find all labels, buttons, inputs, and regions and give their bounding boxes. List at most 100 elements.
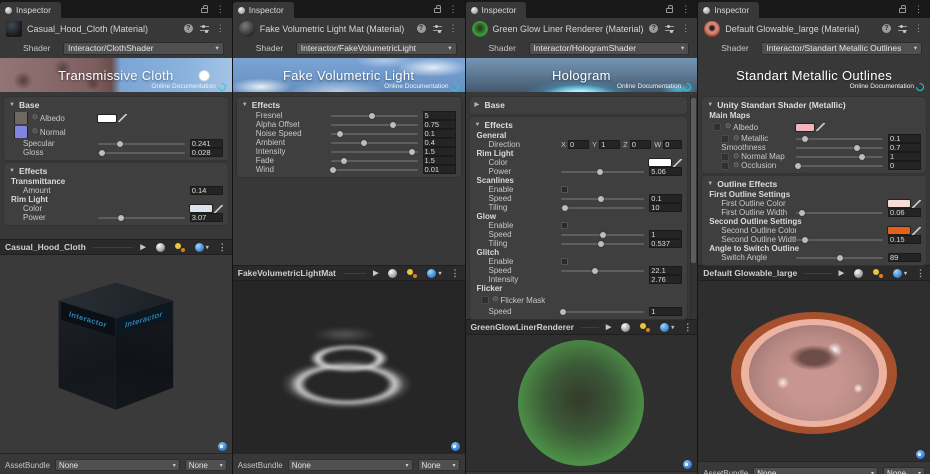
slider[interactable] xyxy=(561,171,644,173)
slider[interactable] xyxy=(796,212,883,214)
assetbundle-variant-dropdown[interactable]: None ▾ xyxy=(883,467,925,474)
value-field[interactable]: 5 xyxy=(423,111,456,120)
slider[interactable] xyxy=(331,169,418,171)
shader-dropdown[interactable]: Interactor/Standart Metallic Outlines ▾ xyxy=(761,42,922,55)
slider[interactable] xyxy=(98,152,185,154)
color-swatch[interactable] xyxy=(888,200,910,207)
checkbox[interactable] xyxy=(561,186,568,193)
slider[interactable] xyxy=(561,234,644,236)
texture-slot[interactable] xyxy=(721,162,729,170)
eyedropper-icon[interactable] xyxy=(912,200,921,208)
slider[interactable] xyxy=(561,198,644,200)
value-field[interactable]: 5.06 xyxy=(649,167,682,176)
value-field[interactable]: 1.5 xyxy=(423,147,456,156)
preview-menu-icon[interactable]: ⋮ xyxy=(916,269,925,278)
slider[interactable] xyxy=(561,243,644,245)
slider-thumb[interactable] xyxy=(118,215,124,221)
slider-thumb[interactable] xyxy=(859,154,865,160)
shader-dropdown[interactable]: Interactor/ClothShader ▾ xyxy=(63,42,224,55)
foldout-open-icon[interactable]: ▼ xyxy=(9,102,16,108)
slider[interactable] xyxy=(98,143,185,145)
slider[interactable] xyxy=(331,142,418,144)
preview-viewport[interactable] xyxy=(466,335,698,471)
slider[interactable] xyxy=(331,115,418,117)
online-documentation-link[interactable]: Online Documentation xyxy=(617,83,681,90)
play-icon[interactable]: ▶ xyxy=(606,323,611,331)
online-documentation-link[interactable]: Online Documentation xyxy=(850,83,914,90)
slider-thumb[interactable] xyxy=(390,122,396,128)
object-picker-icon[interactable]: ⊙ xyxy=(32,128,38,136)
checkbox[interactable] xyxy=(561,258,568,265)
foldout-open-icon[interactable]: ▼ xyxy=(707,181,714,187)
preview-menu-icon[interactable]: ⋮ xyxy=(218,243,227,252)
slider[interactable] xyxy=(98,217,185,219)
asset-labels-icon[interactable] xyxy=(683,460,692,469)
value-field[interactable]: 1 xyxy=(649,307,682,316)
foldout-closed-icon[interactable]: ▶ xyxy=(475,101,482,108)
color-swatch[interactable] xyxy=(649,159,671,166)
texture-thumbnail[interactable] xyxy=(15,126,27,138)
scrollbar-thumb[interactable] xyxy=(691,98,696,263)
play-icon[interactable]: ▶ xyxy=(373,269,378,277)
slider-thumb[interactable] xyxy=(600,232,606,238)
preview-viewport[interactable]: Interactor Interactor xyxy=(0,255,232,453)
value-field[interactable]: 0.028 xyxy=(190,148,223,157)
color-swatch[interactable] xyxy=(190,205,212,212)
slider-thumb[interactable] xyxy=(598,196,604,202)
eyedropper-icon[interactable] xyxy=(912,227,921,235)
slider[interactable] xyxy=(796,257,883,259)
mesh-shape-icon[interactable] xyxy=(854,269,863,278)
foldout-open-icon[interactable]: ▼ xyxy=(475,122,482,128)
assetbundle-dropdown[interactable]: None ▾ xyxy=(55,459,180,471)
shader-dropdown[interactable]: Interactor/FakeVolumetricLight ▾ xyxy=(296,42,457,55)
checkbox[interactable] xyxy=(561,222,568,229)
value-field[interactable]: 0 xyxy=(888,161,921,170)
texture-slot[interactable] xyxy=(721,135,729,143)
lock-icon[interactable] xyxy=(899,8,906,13)
slider-thumb[interactable] xyxy=(562,205,568,211)
mesh-shape-icon[interactable] xyxy=(156,243,165,252)
value-field[interactable]: 89 xyxy=(888,253,921,262)
assetbundle-dropdown[interactable]: None ▾ xyxy=(288,459,413,471)
environment-icon[interactable]: ▾ xyxy=(660,323,674,332)
value-field[interactable]: 2.76 xyxy=(649,275,682,284)
lock-icon[interactable] xyxy=(434,8,441,13)
vector-field[interactable]: 0 xyxy=(663,140,682,149)
value-field[interactable]: 0.06 xyxy=(888,208,921,217)
slider-thumb[interactable] xyxy=(369,113,375,119)
value-field[interactable]: 0.241 xyxy=(190,139,223,148)
tab-menu-icon[interactable]: ⋮ xyxy=(216,5,225,14)
preset-icon[interactable] xyxy=(200,25,209,33)
assetbundle-dropdown[interactable]: None ▾ xyxy=(753,467,878,474)
value-field[interactable]: 0.15 xyxy=(888,235,921,244)
preview-menu-icon[interactable]: ⋮ xyxy=(451,269,460,278)
slider[interactable] xyxy=(561,270,644,272)
slider[interactable] xyxy=(796,239,883,241)
vector-field[interactable]: 1 xyxy=(599,140,620,149)
value-field[interactable]: 0.1 xyxy=(423,129,456,138)
preset-icon[interactable] xyxy=(898,25,907,33)
foldout-open-icon[interactable]: ▼ xyxy=(242,102,249,108)
environment-icon[interactable]: ▾ xyxy=(893,269,907,278)
object-picker-icon[interactable]: ⊙ xyxy=(733,162,739,170)
texture-slot[interactable] xyxy=(721,153,729,161)
color-swatch[interactable] xyxy=(98,115,116,122)
slider[interactable] xyxy=(331,124,418,126)
section-header[interactable]: ▼ Base xyxy=(4,98,228,111)
online-documentation-link[interactable]: Online Documentation xyxy=(384,83,448,90)
context-menu-icon[interactable]: ⋮ xyxy=(681,24,690,33)
slider-thumb[interactable] xyxy=(592,268,598,274)
preset-icon[interactable] xyxy=(433,25,442,33)
mesh-shape-icon[interactable] xyxy=(621,323,630,332)
texture-slot[interactable] xyxy=(481,296,489,304)
context-menu-icon[interactable]: ⋮ xyxy=(216,24,225,33)
value-field[interactable]: 1 xyxy=(888,152,921,161)
value-field[interactable]: 10 xyxy=(649,203,682,212)
preview-header[interactable]: GreenGlowLinerRenderer ▶ ▾ ⋮ xyxy=(466,319,698,335)
texture-slot[interactable] xyxy=(713,123,721,131)
slider-thumb[interactable] xyxy=(337,131,343,137)
slider[interactable] xyxy=(561,207,644,209)
object-picker-icon[interactable]: ⊙ xyxy=(493,296,499,304)
preset-icon[interactable] xyxy=(665,25,674,33)
preview-light-icon[interactable] xyxy=(175,243,185,252)
